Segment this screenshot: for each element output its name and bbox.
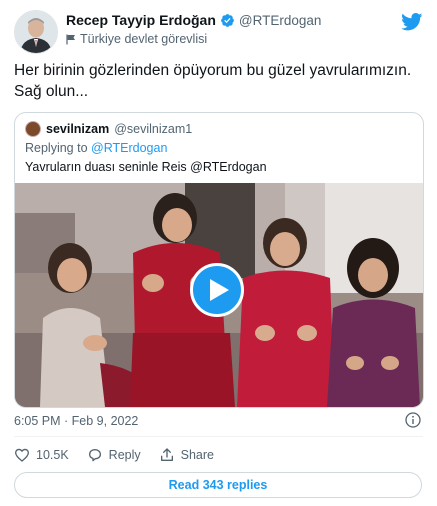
read-replies-button[interactable]: Read 343 replies [14, 472, 422, 498]
embedded-tweet: Recep Tayyip Erdoğan @RTErdogan Türkiye … [0, 0, 437, 506]
quoted-tweet-text: Yavruların duası seninle Reis @RTErdogan [25, 160, 267, 174]
author-avatar[interactable] [14, 10, 58, 54]
heart-icon [14, 448, 30, 462]
reply-label: Reply [108, 448, 141, 462]
share-button[interactable]: Share [159, 447, 214, 463]
play-button[interactable] [190, 263, 244, 317]
play-icon [210, 279, 229, 301]
divider [14, 436, 423, 437]
author-info: Recep Tayyip Erdoğan @RTErdogan Türkiye … [66, 12, 397, 46]
quoted-tweet-card[interactable]: sevilnizam @sevilnizam1 Replying to @RTE… [14, 112, 424, 408]
info-icon[interactable] [405, 412, 421, 428]
tweet-text: Her birinin gözlerinden öpüyorum bu güze… [14, 62, 412, 100]
like-count: 10.5K [36, 448, 69, 462]
tweet-actions: 10.5K Reply Share [14, 447, 214, 463]
quoted-author-row: sevilnizam @sevilnizam1 [25, 121, 192, 137]
quoted-author-name[interactable]: sevilnizam [46, 122, 109, 136]
government-label-text: Türkiye devlet görevlisi [80, 32, 208, 46]
replying-to-line: Replying to @RTErdogan [25, 141, 167, 155]
replying-to-prefix: Replying to [25, 141, 88, 155]
author-name[interactable]: Recep Tayyip Erdoğan [66, 12, 216, 28]
author-handle[interactable]: @RTErdogan [239, 13, 322, 28]
quoted-author-handle[interactable]: @sevilnizam1 [114, 122, 192, 136]
flag-icon [66, 34, 75, 44]
replying-to-mention[interactable]: @RTErdogan [91, 141, 167, 155]
reply-icon [88, 449, 101, 462]
tweet-timestamp[interactable]: 6:05 PM · Feb 9, 2022 [14, 414, 138, 428]
verified-badge-icon [221, 13, 234, 27]
quoted-author-avatar[interactable] [25, 121, 41, 137]
reply-button[interactable]: Reply [87, 447, 141, 463]
share-label: Share [180, 448, 214, 462]
avatar-image [15, 11, 57, 53]
twitter-logo-icon[interactable] [401, 13, 423, 31]
author-name-row: Recep Tayyip Erdoğan @RTErdogan [66, 12, 397, 28]
like-button[interactable]: 10.5K [14, 447, 69, 463]
government-label: Türkiye devlet görevlisi [66, 32, 397, 46]
share-icon [160, 448, 173, 461]
video-player[interactable] [15, 183, 423, 407]
